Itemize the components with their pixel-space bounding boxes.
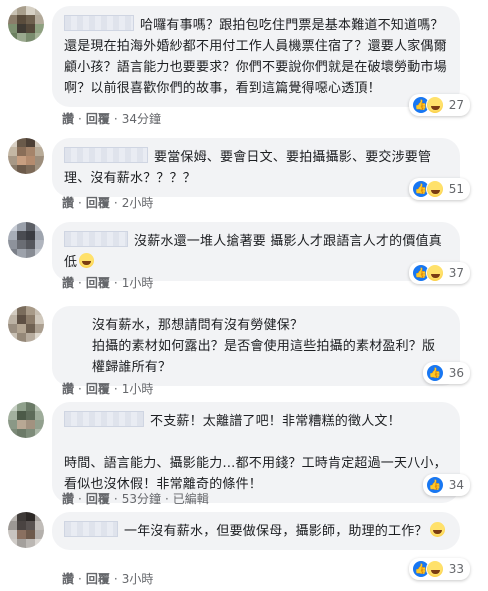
reply-button[interactable]: 回覆	[86, 490, 110, 507]
reaction-count: 36	[448, 366, 464, 380]
comment-bubble: 不支薪！太離譜了吧！非常糟糕的徵人文！ 時間、語言能力、攝影能力…都不用錢？工時…	[52, 402, 460, 503]
like-button[interactable]: 讚	[62, 274, 74, 291]
like-button[interactable]: 讚	[62, 570, 74, 587]
avatar[interactable]	[8, 6, 44, 42]
comment: 沒薪水還一堆人搶著要 攝影人才跟語言人才的價值真低 👍 37 讚 · 回覆 · …	[0, 222, 488, 304]
reaction-count: 51	[448, 182, 464, 196]
avatar[interactable]	[8, 138, 44, 174]
comment-bubble: 哈囉有事嗎？跟拍包吃住門票是基本難道不知道嗎？還是現在拍海外婚紗都不用付工作人員…	[52, 6, 460, 107]
author-name-redacted[interactable]	[64, 15, 134, 31]
like-button[interactable]: 讚	[62, 490, 74, 507]
reply-button[interactable]: 回覆	[86, 274, 110, 291]
edited-label[interactable]: 已編輯	[173, 490, 209, 507]
reaction-count: 27	[448, 98, 464, 112]
comment-bubble: 沒薪水還一堆人搶著要 攝影人才跟語言人才的價值真低	[52, 222, 460, 281]
avatar[interactable]	[8, 512, 44, 548]
comment-bubble: 沒有薪水，那想請問有沒有勞健保？ 拍攝的素材如何露出？是否會使用這些拍攝的素材盈…	[52, 306, 460, 386]
timestamp[interactable]: 53分鐘	[122, 490, 161, 507]
haha-icon	[425, 560, 444, 578]
like-button[interactable]: 讚	[62, 110, 74, 127]
haha-icon	[425, 264, 444, 282]
reply-button[interactable]: 回覆	[86, 194, 110, 211]
reaction-summary[interactable]: 👍 36	[422, 362, 470, 384]
comment-bubble: 一年沒有薪水，但要做保母，攝影師，助理的工作？	[52, 512, 460, 550]
haha-icon	[425, 96, 444, 114]
reaction-summary[interactable]: 👍 33	[408, 558, 470, 580]
author-name-redacted[interactable]	[64, 147, 148, 163]
reaction-count: 37	[448, 266, 464, 280]
comment-actions: 讚 · 回覆 · 34分鐘	[62, 110, 161, 127]
timestamp[interactable]: 3小時	[122, 570, 154, 587]
comment-actions: 讚 · 回覆 · 3小時	[62, 570, 154, 587]
comment-actions: 讚 · 回覆 · 2小時	[62, 194, 154, 211]
avatar[interactable]	[8, 402, 44, 438]
avatar[interactable]	[8, 306, 44, 342]
reaction-summary[interactable]: 👍 27	[408, 94, 470, 116]
comment-text: 一年沒有薪水，但要做保母，攝影師，助理的工作？	[124, 524, 428, 539]
reaction-count: 34	[448, 478, 464, 492]
thumbs-up-icon: 👍	[425, 476, 444, 494]
grinning-emoji-icon	[79, 253, 95, 268]
comment-actions: 讚 · 回覆 · 1小時	[62, 274, 154, 291]
comment-feed: 哈囉有事嗎？跟拍包吃住門票是基本難道不知道嗎？還是現在拍海外婚紗都不用付工作人員…	[0, 0, 488, 591]
reaction-count: 33	[448, 562, 464, 576]
author-name-redacted[interactable]	[64, 521, 118, 537]
timestamp[interactable]: 1小時	[122, 380, 154, 397]
comment: 一年沒有薪水，但要做保母，攝影師，助理的工作？ 👍 33 讚 · 回覆 · 3小…	[0, 512, 488, 590]
reply-button[interactable]: 回覆	[86, 110, 110, 127]
comment-text: 沒有薪水，那想請問有沒有勞健保？ 拍攝的素材如何露出？是否會使用這些拍攝的素材盈…	[92, 318, 436, 375]
like-button[interactable]: 讚	[62, 380, 74, 397]
reaction-summary[interactable]: 👍 34	[422, 474, 470, 496]
author-name-redacted[interactable]	[64, 411, 144, 427]
thumbs-up-icon: 👍	[425, 364, 444, 382]
grinning-emoji-icon	[429, 522, 445, 537]
timestamp[interactable]: 34分鐘	[122, 110, 161, 127]
like-button[interactable]: 讚	[62, 194, 74, 211]
comment: 哈囉有事嗎？跟拍包吃住門票是基本難道不知道嗎？還是現在拍海外婚紗都不用付工作人員…	[0, 6, 488, 127]
reaction-summary[interactable]: 👍 37	[408, 262, 470, 284]
avatar[interactable]	[8, 222, 44, 258]
comment-actions: 讚 · 回覆 · 53分鐘 · 已編輯	[62, 490, 209, 507]
comment-actions: 讚 · 回覆 · 1小時	[62, 380, 154, 397]
author-name-redacted[interactable]	[64, 231, 128, 247]
timestamp[interactable]: 1小時	[122, 274, 154, 291]
comment: 要當保姆、要會日文、要拍攝攝影、要交涉要管理、沒有薪水？？？？ 👍 51 讚 ·…	[0, 138, 488, 220]
haha-icon	[425, 180, 444, 198]
reply-button[interactable]: 回覆	[86, 570, 110, 587]
timestamp[interactable]: 2小時	[122, 194, 154, 211]
reply-button[interactable]: 回覆	[86, 380, 110, 397]
comment: 沒有薪水，那想請問有沒有勞健保？ 拍攝的素材如何露出？是否會使用這些拍攝的素材盈…	[0, 306, 488, 400]
reaction-summary[interactable]: 👍 51	[408, 178, 470, 200]
comment-bubble: 要當保姆、要會日文、要拍攝攝影、要交涉要管理、沒有薪水？？？？	[52, 138, 460, 197]
comment: 不支薪！太離譜了吧！非常糟糕的徵人文！ 時間、語言能力、攝影能力…都不用錢？工時…	[0, 402, 488, 510]
